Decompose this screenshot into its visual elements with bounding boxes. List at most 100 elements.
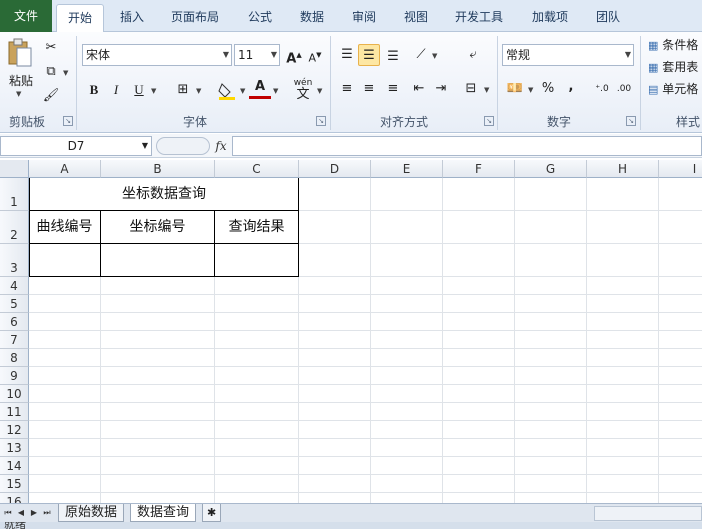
- wrap-text-icon[interactable]: ⤶: [462, 44, 484, 66]
- cell-c3[interactable]: [215, 244, 298, 276]
- alignment-launcher-icon[interactable]: ↘: [484, 116, 494, 126]
- row-header-4[interactable]: 4: [0, 277, 29, 295]
- column-header-d[interactable]: D: [299, 160, 371, 178]
- cell-styles-button[interactable]: ▤ 单元格: [648, 80, 698, 97]
- comma-button[interactable]: ,: [560, 76, 582, 98]
- align-left-icon[interactable]: ≡: [336, 78, 358, 100]
- tab-developer[interactable]: 开发工具: [446, 4, 512, 32]
- currency-icon[interactable]: 💴: [504, 78, 526, 100]
- phonetic-dropdown-icon[interactable]: ▼: [317, 87, 322, 95]
- border-dropdown-icon[interactable]: ▼: [196, 87, 201, 95]
- row-header-2[interactable]: 2: [0, 211, 29, 244]
- tab-formulas[interactable]: 公式: [238, 4, 282, 32]
- tab-review[interactable]: 审阅: [342, 4, 386, 32]
- paste-button[interactable]: [6, 38, 34, 68]
- formula-bar-splitter[interactable]: [156, 137, 210, 155]
- font-name-select[interactable]: 宋体 ▼: [82, 44, 232, 66]
- shrink-font-icon[interactable]: A▼: [304, 44, 326, 66]
- column-header-c[interactable]: C: [215, 160, 299, 178]
- paste-label[interactable]: 粘贴: [6, 72, 36, 89]
- tab-insert[interactable]: 插入: [110, 4, 154, 32]
- merge-dropdown-icon[interactable]: ▼: [484, 86, 489, 94]
- italic-button[interactable]: I: [105, 79, 127, 101]
- merge-center-icon[interactable]: ⊟: [460, 78, 482, 100]
- align-top-icon[interactable]: ☰: [336, 44, 358, 66]
- fill-color-icon[interactable]: [216, 79, 238, 101]
- insert-function-button[interactable]: fx: [212, 137, 230, 155]
- align-bottom-icon[interactable]: ☰: [382, 46, 404, 68]
- bold-button[interactable]: B: [83, 79, 105, 101]
- underline-button[interactable]: U: [128, 79, 150, 101]
- column-header-i[interactable]: I: [659, 160, 702, 178]
- worksheet-grid[interactable]: A B C D E F G H I 1 2 3 4 5 6 7 8 9 10 1…: [0, 160, 702, 503]
- orientation-icon[interactable]: ⟋: [410, 44, 432, 66]
- horizontal-scrollbar[interactable]: [594, 506, 702, 521]
- cell-c2-header[interactable]: 查询结果: [215, 211, 298, 243]
- cell-b2-header[interactable]: 坐标编号: [101, 211, 214, 243]
- row-header-7[interactable]: 7: [0, 331, 29, 349]
- underline-dropdown-icon[interactable]: ▼: [151, 87, 156, 95]
- conditional-format-button[interactable]: ▦ 条件格: [648, 36, 698, 53]
- align-center-icon[interactable]: ≡: [358, 78, 380, 100]
- clipboard-launcher-icon[interactable]: ↘: [63, 116, 73, 126]
- row-header-6[interactable]: 6: [0, 313, 29, 331]
- prev-sheet-icon[interactable]: ◀: [15, 506, 27, 520]
- phonetic-button[interactable]: wén 文: [292, 77, 314, 101]
- tab-home[interactable]: 开始: [56, 4, 104, 33]
- column-header-b[interactable]: B: [101, 160, 215, 178]
- percent-button[interactable]: %: [537, 78, 559, 100]
- row-header-1[interactable]: 1: [0, 178, 29, 211]
- column-header-f[interactable]: F: [443, 160, 515, 178]
- decrease-indent-icon[interactable]: ⇤: [408, 78, 430, 100]
- row-header-10[interactable]: 10: [0, 385, 29, 403]
- next-sheet-icon[interactable]: ▶: [28, 506, 40, 520]
- cell-a1-title[interactable]: 坐标数据查询: [29, 178, 299, 210]
- column-header-e[interactable]: E: [371, 160, 443, 178]
- font-color-button[interactable]: A: [249, 77, 271, 99]
- cell-b3[interactable]: [101, 244, 214, 276]
- last-sheet-icon[interactable]: ⏭: [41, 506, 53, 520]
- row-header-11[interactable]: 11: [0, 403, 29, 421]
- name-box[interactable]: D7 ▼: [0, 136, 152, 156]
- number-format-select[interactable]: 常规 ▼: [502, 44, 634, 66]
- format-table-button[interactable]: ▦ 套用表: [648, 58, 698, 75]
- row-header-16[interactable]: 16: [0, 493, 29, 503]
- grow-font-icon[interactable]: A▲: [283, 44, 305, 66]
- font-launcher-icon[interactable]: ↘: [316, 116, 326, 126]
- sheet-tab-raw-data[interactable]: 原始数据: [58, 504, 125, 522]
- tab-team[interactable]: 团队: [586, 4, 630, 32]
- sheet-tab-data-query[interactable]: 数据查询: [130, 504, 197, 522]
- copy-icon[interactable]: ⧉: [40, 61, 62, 83]
- align-middle-icon[interactable]: ☰: [358, 44, 380, 66]
- copy-dropdown-icon[interactable]: ▼: [63, 69, 68, 77]
- row-header-13[interactable]: 13: [0, 439, 29, 457]
- number-launcher-icon[interactable]: ↘: [626, 116, 636, 126]
- font-size-select[interactable]: 11 ▼: [234, 44, 280, 66]
- tab-addins[interactable]: 加载项: [522, 4, 578, 32]
- insert-sheet-icon[interactable]: ✱: [202, 504, 222, 522]
- cell-a2-header[interactable]: 曲线编号: [29, 211, 100, 243]
- increase-indent-icon[interactable]: ⇥: [430, 78, 452, 100]
- font-color-dropdown-icon[interactable]: ▼: [273, 87, 278, 95]
- tab-view[interactable]: 视图: [394, 4, 438, 32]
- format-painter-icon[interactable]: 🖌: [40, 85, 62, 107]
- row-header-8[interactable]: 8: [0, 349, 29, 367]
- column-header-h[interactable]: H: [587, 160, 659, 178]
- increase-decimal-icon[interactable]: ⁺.0: [591, 78, 613, 100]
- formula-input[interactable]: [232, 136, 702, 156]
- fill-dropdown-icon[interactable]: ▼: [240, 87, 245, 95]
- align-right-icon[interactable]: ≡: [382, 78, 404, 100]
- select-all-corner[interactable]: [0, 160, 29, 178]
- column-header-a[interactable]: A: [29, 160, 101, 178]
- row-header-5[interactable]: 5: [0, 295, 29, 313]
- column-header-g[interactable]: G: [515, 160, 587, 178]
- row-header-14[interactable]: 14: [0, 457, 29, 475]
- decrease-decimal-icon[interactable]: .00: [613, 78, 635, 100]
- tab-data[interactable]: 数据: [290, 4, 334, 32]
- tab-page-layout[interactable]: 页面布局: [162, 4, 228, 32]
- border-icon[interactable]: ⊞: [172, 79, 194, 101]
- orientation-dropdown-icon[interactable]: ▼: [432, 52, 437, 60]
- row-header-9[interactable]: 9: [0, 367, 29, 385]
- row-header-15[interactable]: 15: [0, 475, 29, 493]
- first-sheet-icon[interactable]: ⏮: [2, 506, 14, 520]
